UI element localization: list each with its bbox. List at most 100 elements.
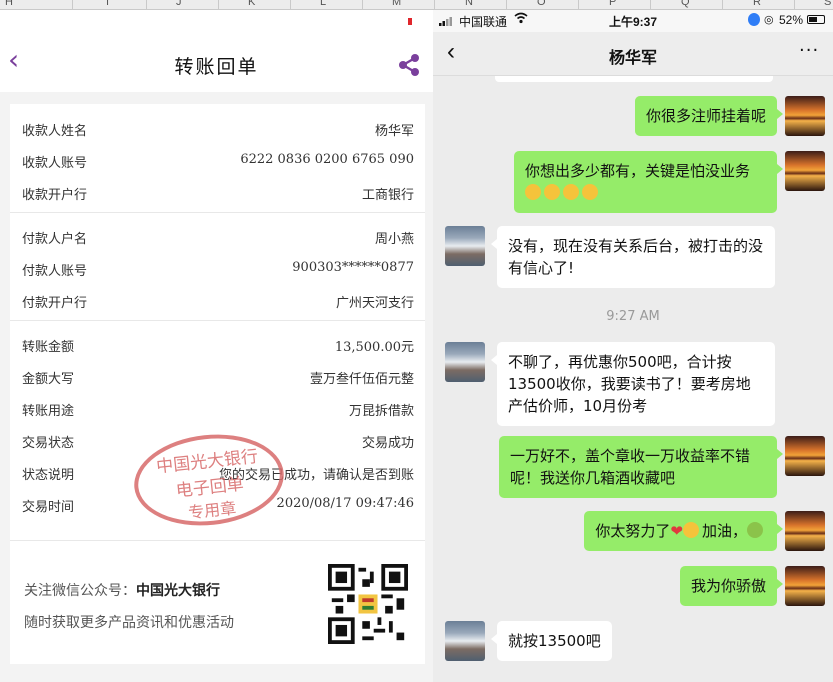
column-label: L (320, 0, 327, 8)
column-label: R (753, 0, 761, 8)
page-title: 转账回单 (174, 56, 259, 78)
share-icon[interactable] (396, 52, 422, 78)
row-value: 广州天河支行 (335, 296, 414, 311)
receipt-row: 收款开户行 工商银行 (22, 184, 414, 208)
section-divider (10, 212, 425, 213)
column-label: N (465, 0, 473, 8)
smile-emoji-icon (682, 522, 699, 538)
chat-screen: 中国联通 上午9:37 ◎ 52% ‹ 杨华军 ··· 你很多注师挂着呢 你想出… (433, 10, 833, 682)
row-value: 交易成功 (361, 436, 414, 451)
grin-emoji-icon (563, 184, 579, 200)
receipt-row: 付款人户名 周小燕 (22, 228, 414, 252)
more-options-icon[interactable]: ··· (799, 40, 819, 61)
row-label: 付款人账号 (22, 264, 88, 279)
avatar[interactable] (785, 436, 825, 476)
message-timestamp: 9:27 AM (606, 309, 660, 324)
row-value: 13,500.00元 (334, 340, 414, 355)
receipt-row: 付款开户行 广州天河支行 (22, 292, 414, 316)
row-label: 交易时间 (22, 500, 75, 515)
carrier-name: 中国联通 (459, 15, 508, 29)
receipt-row: 付款人账号 900303******0877 (22, 260, 414, 284)
row-label: 收款人姓名 (22, 124, 88, 139)
previous-message-bubble (495, 76, 773, 82)
chat-message[interactable]: 你太努力了❤ 加油， (584, 511, 783, 551)
grin-emoji-icon (582, 184, 598, 200)
row-label: 付款开户行 (22, 296, 88, 311)
chat-message[interactable]: 一万好不，盖个章收一万收益率不错呢！我送你几箱酒收藏吧 (499, 436, 783, 498)
column-label: H (5, 0, 13, 8)
column-label: J (176, 0, 182, 8)
row-value: 6222 0836 0200 6765 090 (240, 152, 414, 167)
chat-message[interactable]: 我为你骄傲 (679, 566, 784, 606)
column-label: O (537, 0, 546, 8)
column-label: Q (681, 0, 690, 8)
section-divider (10, 540, 425, 541)
row-label: 转账用途 (22, 404, 75, 419)
receipt-row: 转账金额 13,500.00元 (22, 336, 414, 360)
heart-emoji-icon: ❤ (670, 522, 683, 540)
chat-message[interactable]: 你很多注师挂着呢 (634, 96, 784, 136)
row-label: 收款开户行 (22, 188, 88, 203)
row-value: 杨华军 (374, 124, 414, 139)
chat-message[interactable]: 没有，现在没有关系后台，被打击的没有信心了! (491, 226, 775, 288)
receipt-row: 收款人姓名 杨华军 (22, 120, 414, 144)
row-label: 金额大写 (22, 372, 75, 387)
qr-code-icon (328, 564, 408, 644)
avatar[interactable] (785, 151, 825, 191)
receipt-header: ‹ 转账回单 (0, 10, 433, 92)
column-label: S (824, 0, 832, 8)
avatar[interactable] (785, 566, 825, 606)
follow-prefix: 关注微信公众号： (24, 583, 136, 599)
promo-text: 随时获取更多产品资讯和优惠活动 (24, 615, 234, 631)
row-value: 900303******0877 (292, 260, 414, 275)
row-value: 万昆拆借款 (348, 404, 414, 419)
row-label: 转账金额 (22, 340, 75, 355)
microphone-icon (748, 13, 760, 26)
row-value: 2020/08/17 09:47:46 (276, 496, 414, 511)
chat-navbar: ‹ 杨华军 ··· (433, 32, 833, 76)
row-value: 周小燕 (374, 232, 414, 247)
avatar[interactable] (445, 621, 485, 661)
row-label: 收款人账号 (22, 156, 88, 171)
bank-receipt-screen: ‹ 转账回单 收款人姓名 杨华军 收款人账号 6222 0836 0200 67… (0, 10, 433, 682)
strong-emoji-icon (747, 522, 763, 538)
signal-icon (439, 15, 455, 29)
message-text: 你想出多少都有，关键是怕没业务 (525, 162, 751, 180)
row-value: 工商银行 (361, 188, 414, 203)
chat-message[interactable]: 你想出多少都有，关键是怕没业务 (514, 151, 783, 213)
row-label: 交易状态 (22, 436, 75, 451)
column-label: M (392, 0, 402, 8)
wifi-icon (514, 12, 528, 27)
chat-message[interactable]: 就按13500吧 (491, 621, 612, 661)
grin-emoji-icon (525, 184, 541, 200)
section-divider (10, 320, 425, 321)
chat-message[interactable]: 不聊了，再优惠你500吧，合计按13500收你，我要读书了！要考房地产估价师，1… (491, 342, 775, 426)
row-value: 壹万叁仟伍佰元整 (309, 372, 414, 387)
column-label: I (106, 0, 110, 8)
spreadsheet-column-header: H I J K L M N O P Q R S (0, 0, 833, 10)
location-icon: ◎ (764, 14, 774, 26)
receipt-card: 收款人姓名 杨华军 收款人账号 6222 0836 0200 6765 090 … (10, 104, 425, 664)
avatar[interactable] (785, 96, 825, 136)
row-label: 付款人户名 (22, 232, 88, 247)
status-time: 上午9:37 (609, 15, 658, 29)
message-text: 加油， (701, 522, 747, 540)
contact-name: 杨华军 (608, 48, 657, 67)
column-label: P (609, 0, 617, 8)
follow-wechat-text: 关注微信公众号：中国光大银行 (24, 580, 220, 600)
avatar[interactable] (445, 226, 485, 266)
avatar[interactable] (785, 511, 825, 551)
battery-percent: 52% (779, 13, 804, 27)
avatar[interactable] (445, 342, 485, 382)
receipt-row: 转账用途 万昆拆借款 (22, 400, 414, 424)
follow-account-name: 中国光大银行 (136, 583, 220, 599)
receipt-row: 收款人账号 6222 0836 0200 6765 090 (22, 152, 414, 176)
message-text: 你太努力了 (595, 522, 671, 540)
grin-emoji-icon (544, 184, 560, 200)
receipt-row: 金额大写 壹万叁仟伍佰元整 (22, 368, 414, 392)
status-indicator (408, 18, 412, 25)
battery-icon (807, 15, 825, 24)
row-label: 状态说明 (22, 468, 75, 483)
status-bar: 中国联通 上午9:37 ◎ 52% (433, 10, 833, 32)
column-label: K (248, 0, 256, 8)
